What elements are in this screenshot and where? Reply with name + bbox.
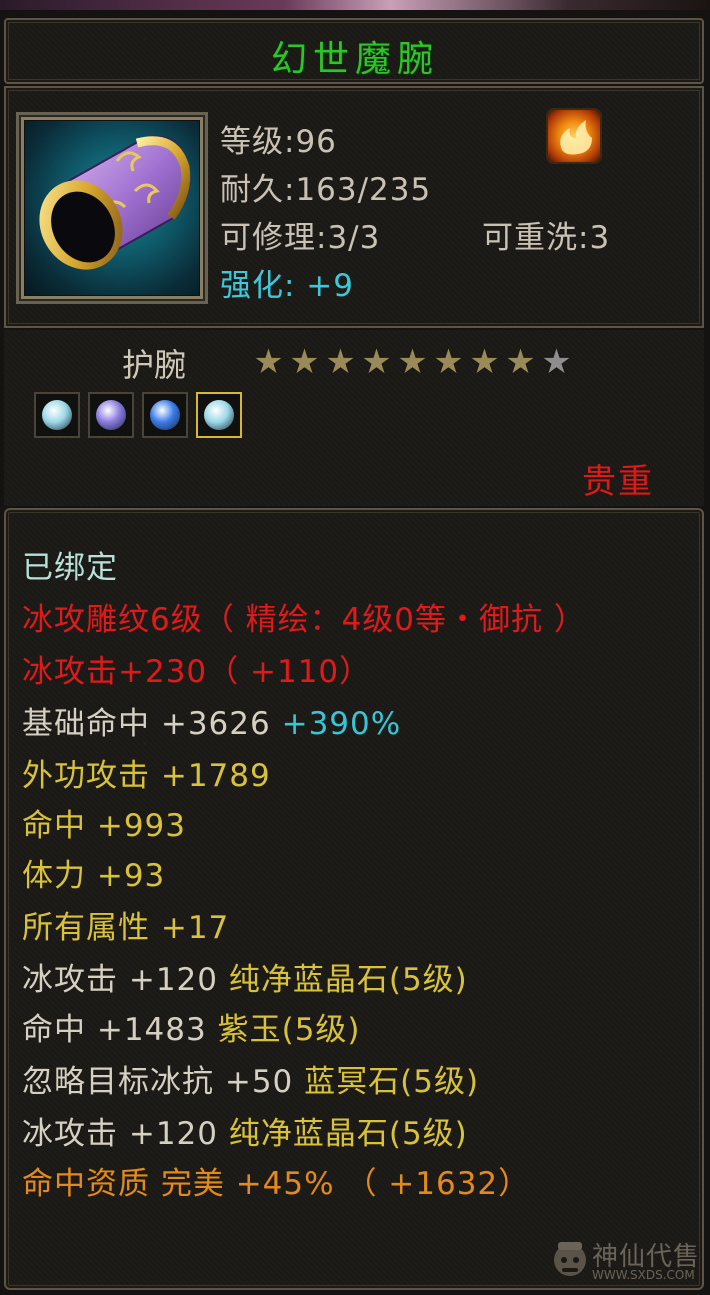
star-rating: ★ ★ ★ ★ ★ ★ ★ ★ ★ — [252, 344, 573, 380]
gem4-stat: 冰攻击 +120 — [22, 1116, 218, 1152]
rarity-label: 贵重 — [582, 462, 654, 502]
gem-slot[interactable] — [34, 392, 80, 438]
gem-slot[interactable] — [196, 392, 242, 438]
item-name: 幻世魔腕 — [270, 39, 439, 80]
gem3-name: 蓝冥石(5级) — [304, 1064, 480, 1100]
gem4-line: 冰攻击 +120 纯净蓝晶石(5级) — [22, 1108, 468, 1153]
gem2-name: 紫玉(5级) — [217, 1012, 361, 1048]
stamina-line: 体力 +93 — [22, 858, 166, 894]
gem3-stat: 忽略目标冰抗 +50 — [22, 1064, 294, 1100]
bound-status: 已绑定 — [22, 550, 118, 586]
watermark: 神仙代售 WWW.SXDS.COM — [550, 1232, 706, 1286]
gem-slot[interactable] — [142, 392, 188, 438]
hit-line: 命中 +993 — [22, 808, 186, 844]
ice-attack-line: 冰攻击+230（ +110） — [22, 654, 372, 690]
gem1-stat: 冰攻击 +120 — [22, 962, 218, 998]
gem2-stat: 命中 +1483 — [22, 1012, 207, 1048]
all-attributes-line: 所有属性 +17 — [22, 910, 230, 946]
fire-element-icon — [548, 110, 600, 162]
star-empty-icon: ★ — [541, 342, 572, 382]
gem3-line: 忽略目标冰抗 +50 蓝冥石(5级) — [22, 1056, 479, 1101]
gem2-line: 命中 +1483 紫玉(5级) — [22, 1004, 361, 1049]
top-banner-strip — [0, 0, 710, 10]
gem-slots — [34, 392, 242, 438]
engrave-line: 冰攻雕纹6级（ 精绘：4级0等・御抗 ） — [22, 602, 586, 638]
star-filled-icon: ★ — [289, 342, 320, 382]
star-filled-icon: ★ — [397, 342, 428, 382]
item-enhance: 强化: +9 — [220, 268, 354, 304]
watermark-url: WWW.SXDS.COM — [592, 1268, 695, 1282]
star-filled-icon: ★ — [505, 342, 536, 382]
gem-slot[interactable] — [88, 392, 134, 438]
item-rewash: 可重洗:3 — [482, 220, 611, 256]
star-filled-icon: ★ — [433, 342, 464, 382]
base-hit-line: 基础命中 +3626 +390% — [22, 698, 401, 743]
light-blue-gem-icon — [42, 400, 72, 430]
gem1-name: 纯净蓝晶石(5级) — [228, 962, 468, 998]
base-hit-label: 基础命中 +3626 — [22, 706, 271, 742]
purple-gem-icon — [96, 400, 126, 430]
mascot-logo-icon — [554, 1242, 586, 1276]
gem4-name: 纯净蓝晶石(5级) — [228, 1116, 468, 1152]
light-blue-gem-icon — [204, 400, 234, 430]
aptitude-line: 命中资质 完美 +45% （ +1632） — [22, 1166, 531, 1202]
item-type: 护腕 — [122, 346, 187, 384]
outer-attack-line: 外功攻击 +1789 — [22, 758, 271, 794]
item-durability: 耐久:163/235 — [220, 172, 432, 208]
item-level: 等级:96 — [220, 124, 337, 160]
bracer-icon — [25, 121, 199, 295]
star-filled-icon: ★ — [325, 342, 356, 382]
item-repairable: 可修理:3/3 — [220, 220, 381, 256]
star-filled-icon: ★ — [361, 342, 392, 382]
gem1-line: 冰攻击 +120 纯净蓝晶石(5级) — [22, 954, 468, 999]
blue-gem-icon — [150, 400, 180, 430]
star-filled-icon: ★ — [253, 342, 284, 382]
star-filled-icon: ★ — [469, 342, 500, 382]
base-hit-bonus: +390% — [281, 706, 402, 742]
